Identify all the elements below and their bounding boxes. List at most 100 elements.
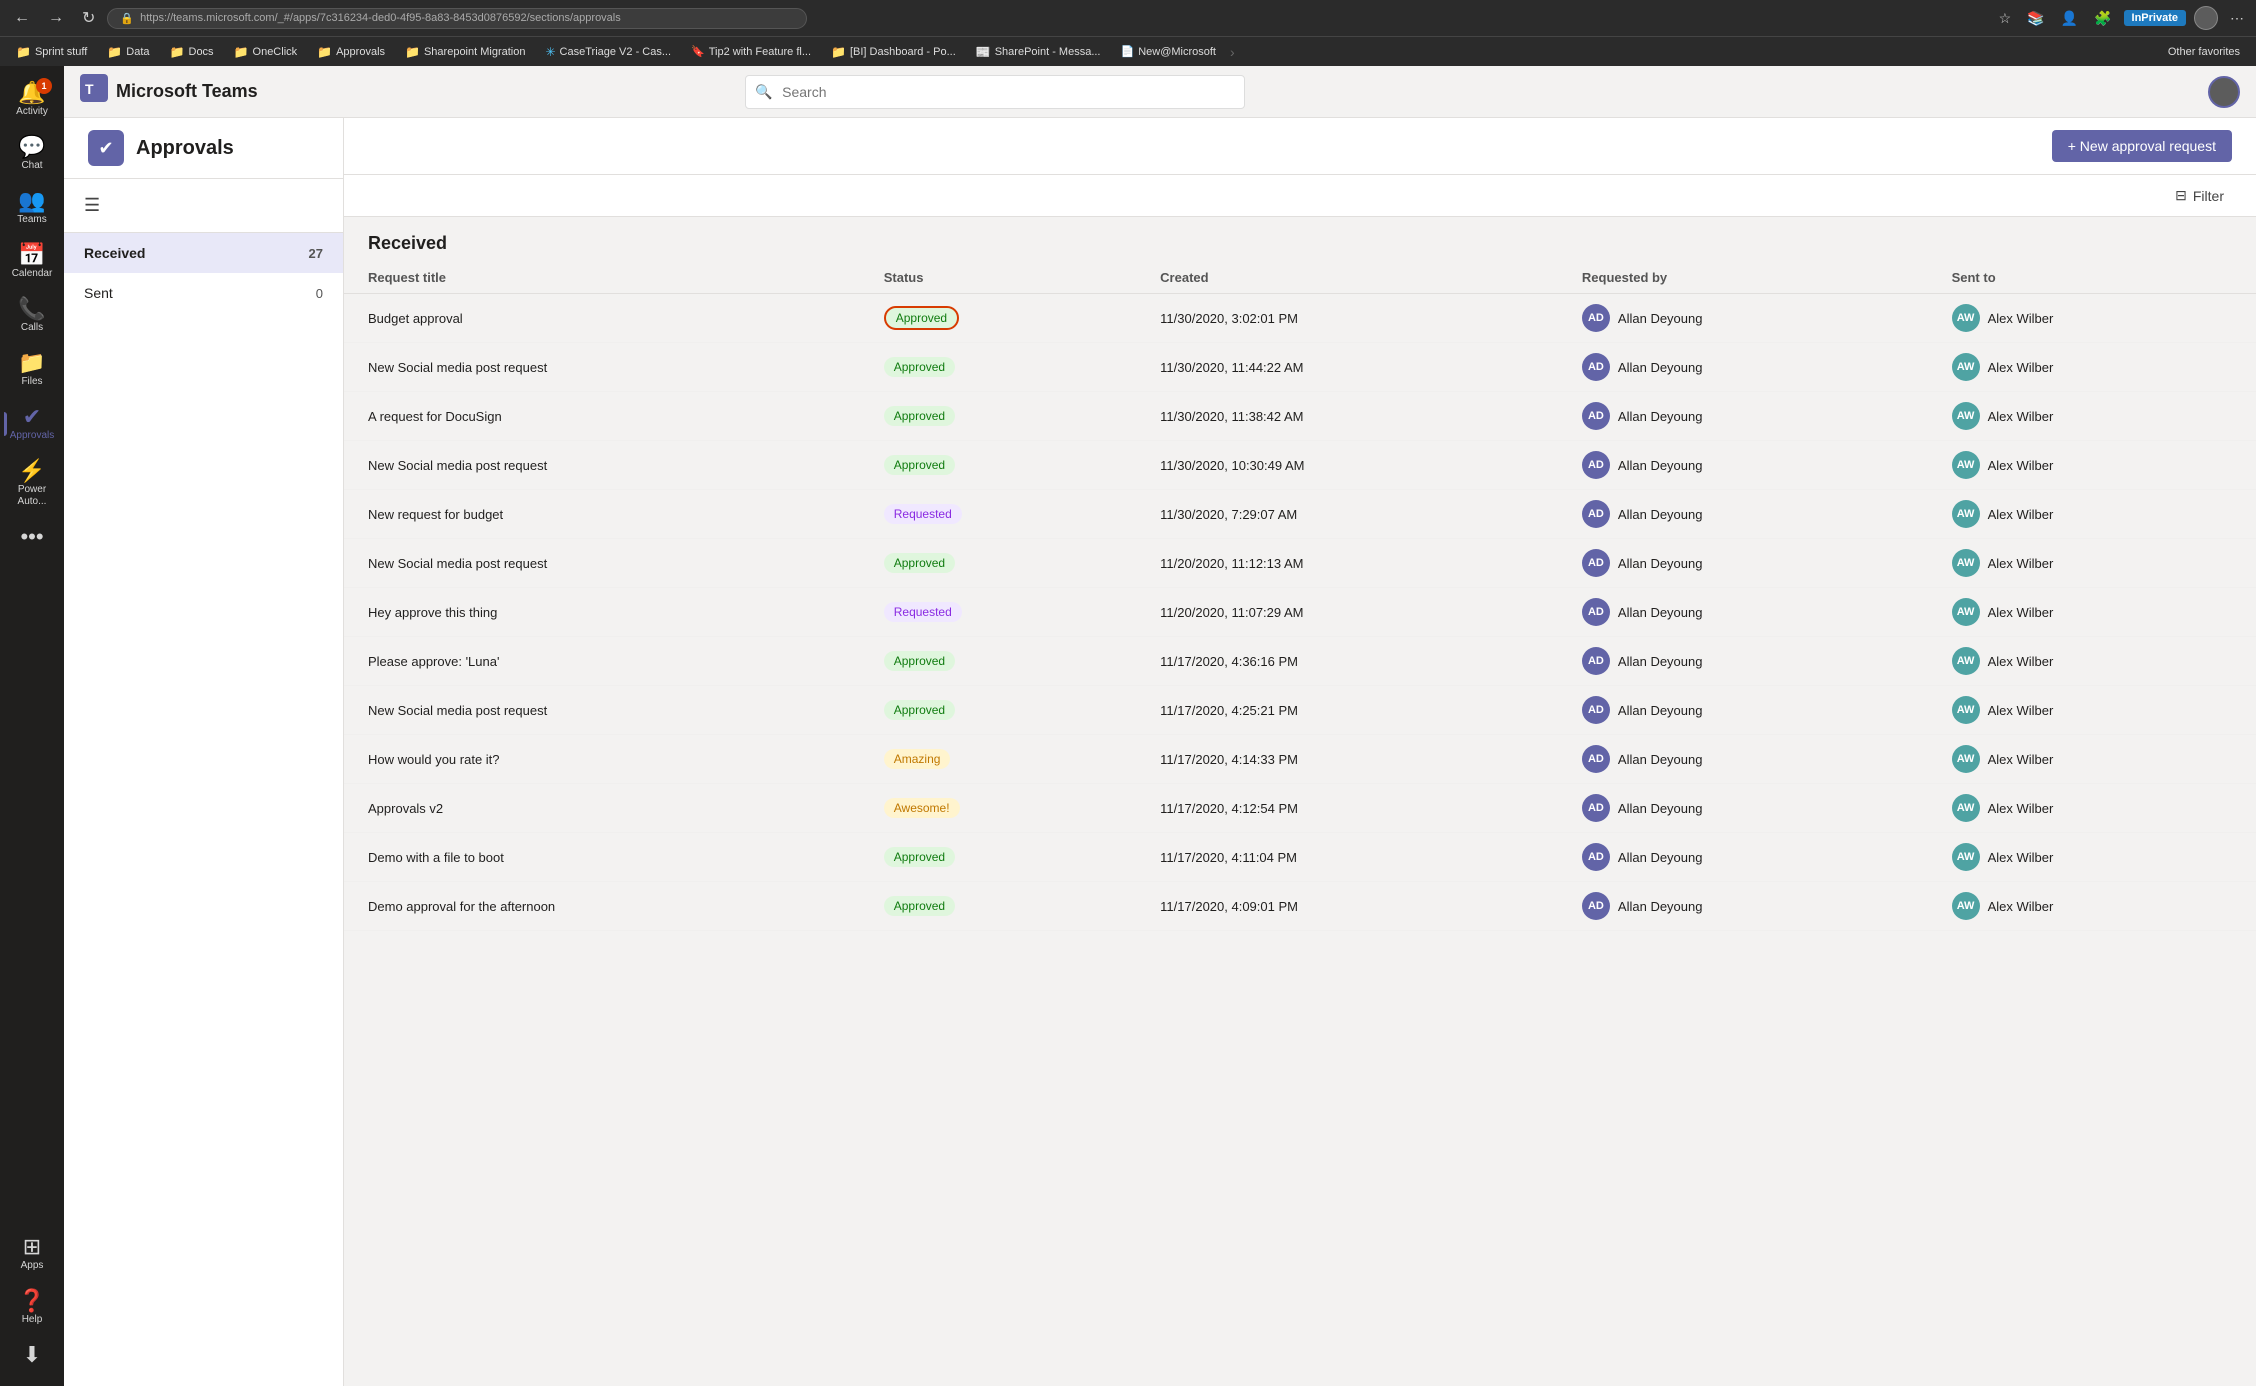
row-sent-to: AWAlex Wilber bbox=[1928, 784, 2256, 833]
bookmark-new-at-microsoft[interactable]: 📄 New@Microsoft bbox=[1113, 43, 1225, 60]
row-sent-to: AWAlex Wilber bbox=[1928, 833, 2256, 882]
bookmark-label: SharePoint - Messa... bbox=[995, 46, 1101, 58]
left-panel-sent[interactable]: Sent 0 bbox=[64, 273, 343, 313]
table-row[interactable]: New Social media post requestApproved11/… bbox=[344, 686, 2256, 735]
status-badge: Approved bbox=[884, 406, 955, 426]
profile-button[interactable]: 👤 bbox=[2057, 6, 2082, 31]
sidebar-item-more[interactable]: ••• bbox=[4, 518, 60, 558]
sidebar-item-approvals[interactable]: ✔ Approvals bbox=[4, 398, 60, 450]
forward-button[interactable]: → bbox=[42, 5, 70, 31]
col-requested-by: Requested by bbox=[1558, 262, 1928, 294]
sidebar-item-help[interactable]: ❓ Help bbox=[4, 1282, 60, 1334]
person-avatar: AW bbox=[1952, 745, 1980, 773]
bookmark-label: CaseTriage V2 - Cas... bbox=[560, 46, 671, 58]
content-area: ✔ Approvals ☰ Received 27 Sent 0 bbox=[64, 118, 2256, 1386]
new-approval-request-button[interactable]: + New approval request bbox=[2052, 130, 2232, 162]
row-created: 11/30/2020, 11:38:42 AM bbox=[1136, 392, 1558, 441]
bookmark-docs[interactable]: 📁 Docs bbox=[162, 43, 222, 61]
row-created: 11/17/2020, 4:11:04 PM bbox=[1136, 833, 1558, 882]
row-title: Approvals v2 bbox=[344, 784, 860, 833]
sidebar-item-files[interactable]: 📁 Files bbox=[4, 344, 60, 396]
sidebar-item-teams[interactable]: 👥 Teams bbox=[4, 182, 60, 234]
star-button[interactable]: ☆ bbox=[1995, 6, 2016, 31]
person-name: Alex Wilber bbox=[1988, 605, 2054, 620]
bookmark-approvals[interactable]: 📁 Approvals bbox=[309, 43, 393, 61]
search-input[interactable] bbox=[745, 75, 1245, 109]
filter-button[interactable]: ⊟ Filter bbox=[2167, 183, 2232, 208]
table-row[interactable]: Budget approvalApproved11/30/2020, 3:02:… bbox=[344, 294, 2256, 343]
table-row[interactable]: New Social media post requestApproved11/… bbox=[344, 343, 2256, 392]
table-row[interactable]: New request for budgetRequested11/30/202… bbox=[344, 490, 2256, 539]
person-name: Allan Deyoung bbox=[1618, 311, 1703, 326]
sidebar-label-calendar: Calendar bbox=[12, 268, 53, 280]
filter-label: Filter bbox=[2193, 188, 2224, 204]
collections-button[interactable]: 📚 bbox=[2023, 6, 2048, 31]
row-requested-by: ADAllan Deyoung bbox=[1558, 490, 1928, 539]
table-row[interactable]: Demo with a file to bootApproved11/17/20… bbox=[344, 833, 2256, 882]
bookmark-data[interactable]: 📁 Data bbox=[99, 43, 157, 61]
table-row[interactable]: A request for DocuSignApproved11/30/2020… bbox=[344, 392, 2256, 441]
table-row[interactable]: Hey approve this thingRequested11/20/202… bbox=[344, 588, 2256, 637]
row-created: 11/17/2020, 4:09:01 PM bbox=[1136, 882, 1558, 931]
table-row[interactable]: How would you rate it?Amazing11/17/2020,… bbox=[344, 735, 2256, 784]
apps-icon: ⊞ bbox=[23, 1236, 41, 1258]
extensions-button[interactable]: 🧩 bbox=[2090, 6, 2115, 31]
bookmark-sprint-stuff[interactable]: 📁 Sprint stuff bbox=[8, 43, 95, 61]
calls-icon: 📞 bbox=[18, 298, 45, 320]
site-icon: ✳ bbox=[545, 45, 555, 59]
row-requested-by: ADAllan Deyoung bbox=[1558, 588, 1928, 637]
status-badge: Approved bbox=[884, 847, 955, 867]
table-area[interactable]: Received Request title Status Created Re… bbox=[344, 217, 2256, 1386]
sidebar-item-chat[interactable]: 💬 Chat bbox=[4, 128, 60, 180]
teams-header: T Microsoft Teams 🔍 bbox=[64, 66, 2256, 118]
person-avatar: AD bbox=[1582, 598, 1610, 626]
page-header: ✔ Approvals bbox=[64, 118, 343, 179]
table-row[interactable]: New Social media post requestApproved11/… bbox=[344, 539, 2256, 588]
approval-icon: ✔ bbox=[88, 130, 124, 166]
other-favorites[interactable]: Other favorites bbox=[2160, 44, 2248, 60]
search-bar[interactable]: 🔍 bbox=[745, 75, 1245, 109]
back-button[interactable]: ← bbox=[8, 5, 36, 31]
status-badge: Requested bbox=[884, 504, 962, 524]
bookmark-sharepoint-migration[interactable]: 📁 Sharepoint Migration bbox=[397, 43, 533, 61]
sidebar-item-apps[interactable]: ⊞ Apps bbox=[4, 1228, 60, 1280]
sidebar-item-calls[interactable]: 📞 Calls bbox=[4, 290, 60, 342]
person-avatar: AW bbox=[1952, 451, 1980, 479]
row-requested-by: ADAllan Deyoung bbox=[1558, 833, 1928, 882]
browser-profile-avatar[interactable] bbox=[2194, 6, 2218, 30]
sidebar-item-power-automate[interactable]: ⚡ Power Auto... bbox=[4, 452, 60, 516]
bookmark-casetriage[interactable]: ✳ CaseTriage V2 - Cas... bbox=[537, 43, 679, 61]
row-title: New Social media post request bbox=[344, 343, 860, 392]
table-row[interactable]: Approvals v2Awesome!11/17/2020, 4:12:54 … bbox=[344, 784, 2256, 833]
table-row[interactable]: Demo approval for the afternoonApproved1… bbox=[344, 882, 2256, 931]
sidebar-item-download[interactable]: ⬇ bbox=[4, 1336, 60, 1376]
menu-button[interactable]: ⋯ bbox=[2226, 6, 2248, 31]
bookmark-oneclick[interactable]: 📁 OneClick bbox=[226, 43, 306, 61]
person-name: Alex Wilber bbox=[1988, 507, 2054, 522]
sidebar-item-activity[interactable]: 1 🔔 Activity bbox=[4, 74, 60, 126]
table-row[interactable]: New Social media post requestApproved11/… bbox=[344, 441, 2256, 490]
bookmark-sharepoint-messa[interactable]: 📰 SharePoint - Messa... bbox=[968, 43, 1109, 61]
address-bar[interactable]: 🔒 https://teams.microsoft.com/_#/apps/7c… bbox=[107, 8, 807, 29]
bookmark-bi-dashboard[interactable]: 📁 [BI] Dashboard - Po... bbox=[823, 43, 964, 61]
row-title: New request for budget bbox=[344, 490, 860, 539]
sidebar-item-calendar[interactable]: 📅 Calendar bbox=[4, 236, 60, 288]
hamburger-button[interactable]: ☰ bbox=[80, 191, 104, 220]
sent-count: 0 bbox=[316, 286, 323, 301]
teams-logo-icon: T bbox=[80, 74, 108, 109]
person-name: Allan Deyoung bbox=[1618, 556, 1703, 571]
browser-chrome: ← → ↻ 🔒 https://teams.microsoft.com/_#/a… bbox=[0, 0, 2256, 36]
table-row[interactable]: Please approve: 'Luna'Approved11/17/2020… bbox=[344, 637, 2256, 686]
row-requested-by: AD Allan Deyoung bbox=[1558, 294, 1928, 343]
row-sent-to: AWAlex Wilber bbox=[1928, 343, 2256, 392]
left-panel-received[interactable]: Received 27 bbox=[64, 233, 343, 273]
person-name: Allan Deyoung bbox=[1618, 654, 1703, 669]
row-title: Hey approve this thing bbox=[344, 588, 860, 637]
filter-bar: ⊟ Filter bbox=[344, 175, 2256, 217]
bookmark-tip2[interactable]: 🔖 Tip2 with Feature fl... bbox=[683, 43, 819, 60]
refresh-button[interactable]: ↻ bbox=[76, 4, 101, 32]
user-avatar[interactable] bbox=[2208, 76, 2240, 108]
person-avatar: AW bbox=[1952, 794, 1980, 822]
person-avatar: AD bbox=[1582, 304, 1610, 332]
bookmark-label: OneClick bbox=[253, 46, 298, 58]
